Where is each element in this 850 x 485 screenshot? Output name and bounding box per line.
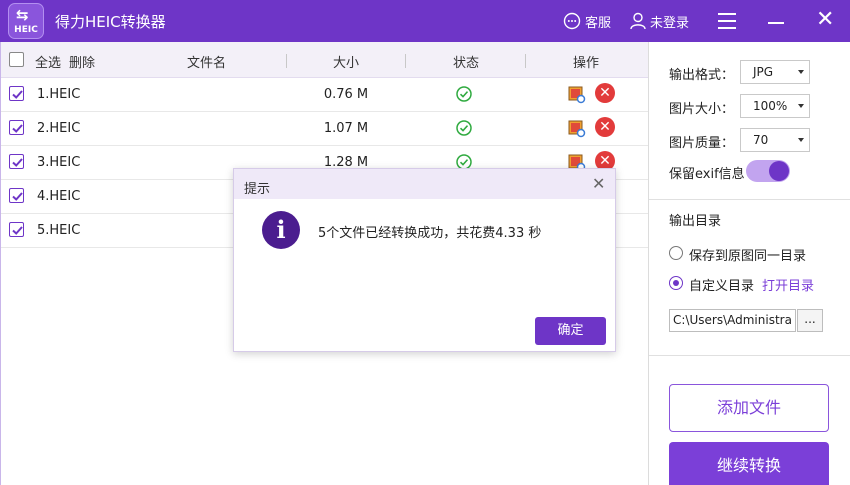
actions-header: 操作: [573, 56, 600, 71]
radio-custom-dir-label[interactable]: 自定义目录: [689, 275, 754, 294]
radio-same-dir[interactable]: [669, 246, 683, 260]
logo-text: HEIC: [14, 25, 38, 35]
exif-label: 保留exif信息: [669, 167, 745, 182]
file-name: 4.HEIC: [37, 189, 81, 204]
output-path-field[interactable]: C:\Users\Administra: [669, 309, 796, 332]
customer-service-button[interactable]: 客服: [563, 10, 611, 32]
open-dir-link[interactable]: 打开目录: [762, 275, 814, 294]
format-label: 输出格式：: [669, 68, 735, 83]
radio-custom-dir[interactable]: [669, 276, 683, 290]
radio-same-dir-label[interactable]: 保存到原图同一目录: [689, 245, 806, 264]
row-checkbox[interactable]: [9, 222, 24, 237]
format-value: JPG: [753, 65, 774, 79]
customer-service-label: 客服: [585, 15, 612, 31]
row-checkbox[interactable]: [9, 188, 24, 203]
exif-toggle[interactable]: [746, 160, 790, 182]
size-value: 100%: [753, 99, 788, 113]
file-name: 3.HEIC: [37, 155, 81, 170]
checkmark-icon: [12, 158, 23, 167]
title-bar: ⇆ HEIC 得力HEIC转换器 客服 未登录 ✕: [0, 0, 850, 42]
divider: [649, 355, 850, 356]
app-logo: ⇆ HEIC: [8, 3, 44, 39]
info-icon: i: [262, 211, 300, 249]
table-row: 1.HEIC 0.76 M ✕: [1, 78, 649, 112]
table-header: 全选 删除 文件名 大小 状态 操作: [1, 42, 649, 78]
checkmark-icon: [12, 226, 23, 235]
select-all-checkbox[interactable]: [9, 52, 24, 67]
file-size: 0.76 M: [323, 87, 369, 102]
header-divider: [286, 54, 287, 68]
status-header: 状态: [453, 56, 480, 71]
quality-value: 70: [753, 133, 769, 147]
row-checkbox[interactable]: [9, 86, 24, 101]
login-button[interactable]: 未登录: [630, 10, 689, 32]
quality-label: 图片质量：: [669, 136, 735, 151]
delete-selected-button[interactable]: 删除: [69, 52, 95, 71]
file-name: 5.HEIC: [37, 223, 81, 238]
dialog-header: 提示 ✕: [234, 169, 615, 199]
close-icon[interactable]: ✕: [816, 8, 834, 32]
header-divider: [405, 54, 406, 68]
checkmark-icon: [12, 192, 23, 201]
chevron-down-icon: [798, 104, 804, 108]
add-file-button[interactable]: 添加文件: [669, 384, 829, 432]
size-header: 大小: [333, 56, 360, 71]
image-preview-icon[interactable]: [568, 86, 586, 104]
delete-file-icon[interactable]: ✕: [595, 83, 615, 103]
dialog-title: 提示: [244, 182, 271, 197]
quality-select[interactable]: 70: [740, 128, 810, 152]
size-select[interactable]: 100%: [740, 94, 810, 118]
success-check-icon: [456, 86, 472, 102]
dialog-message: 5个文件已经转换成功，共花费4.33 秒: [318, 226, 542, 241]
checkmark-icon: [12, 90, 23, 99]
size-label: 图片大小：: [669, 102, 735, 117]
settings-panel: 输出格式： JPG 图片大小： 100% 图片质量： 70 保留exif信息 输…: [648, 42, 850, 485]
browse-button[interactable]: ...: [797, 309, 823, 332]
file-size: 1.07 M: [323, 121, 369, 136]
minimize-icon[interactable]: [768, 22, 784, 24]
chevron-down-icon: [798, 70, 804, 74]
success-dialog: 提示 ✕ i 5个文件已经转换成功，共花费4.33 秒 确定: [233, 168, 616, 352]
user-icon: [630, 12, 646, 30]
file-name: 2.HEIC: [37, 121, 81, 136]
divider: [649, 199, 850, 200]
image-preview-icon[interactable]: [568, 120, 586, 138]
menu-icon[interactable]: [718, 13, 736, 29]
select-all-label[interactable]: 全选: [35, 52, 61, 71]
checkmark-icon: [12, 124, 23, 133]
success-check-icon: [456, 120, 472, 136]
app-title: 得力HEIC转换器: [55, 13, 166, 31]
dialog-ok-button[interactable]: 确定: [535, 317, 606, 345]
chevron-down-icon: [798, 138, 804, 142]
login-label: 未登录: [650, 15, 690, 31]
dialog-close-icon[interactable]: ✕: [592, 174, 605, 193]
row-checkbox[interactable]: [9, 154, 24, 169]
toggle-knob: [769, 161, 789, 181]
format-select[interactable]: JPG: [740, 60, 810, 84]
continue-convert-button[interactable]: 继续转换: [669, 442, 829, 485]
table-row: 2.HEIC 1.07 M ✕: [1, 112, 649, 146]
output-dir-label: 输出目录: [669, 214, 722, 229]
row-checkbox[interactable]: [9, 120, 24, 135]
file-name: 1.HEIC: [37, 87, 81, 102]
header-divider: [525, 54, 526, 68]
convert-arrows-icon: ⇆: [16, 6, 29, 24]
filename-header: 文件名: [187, 56, 227, 71]
chat-bubble-icon: [563, 12, 581, 30]
delete-file-icon[interactable]: ✕: [595, 117, 615, 137]
